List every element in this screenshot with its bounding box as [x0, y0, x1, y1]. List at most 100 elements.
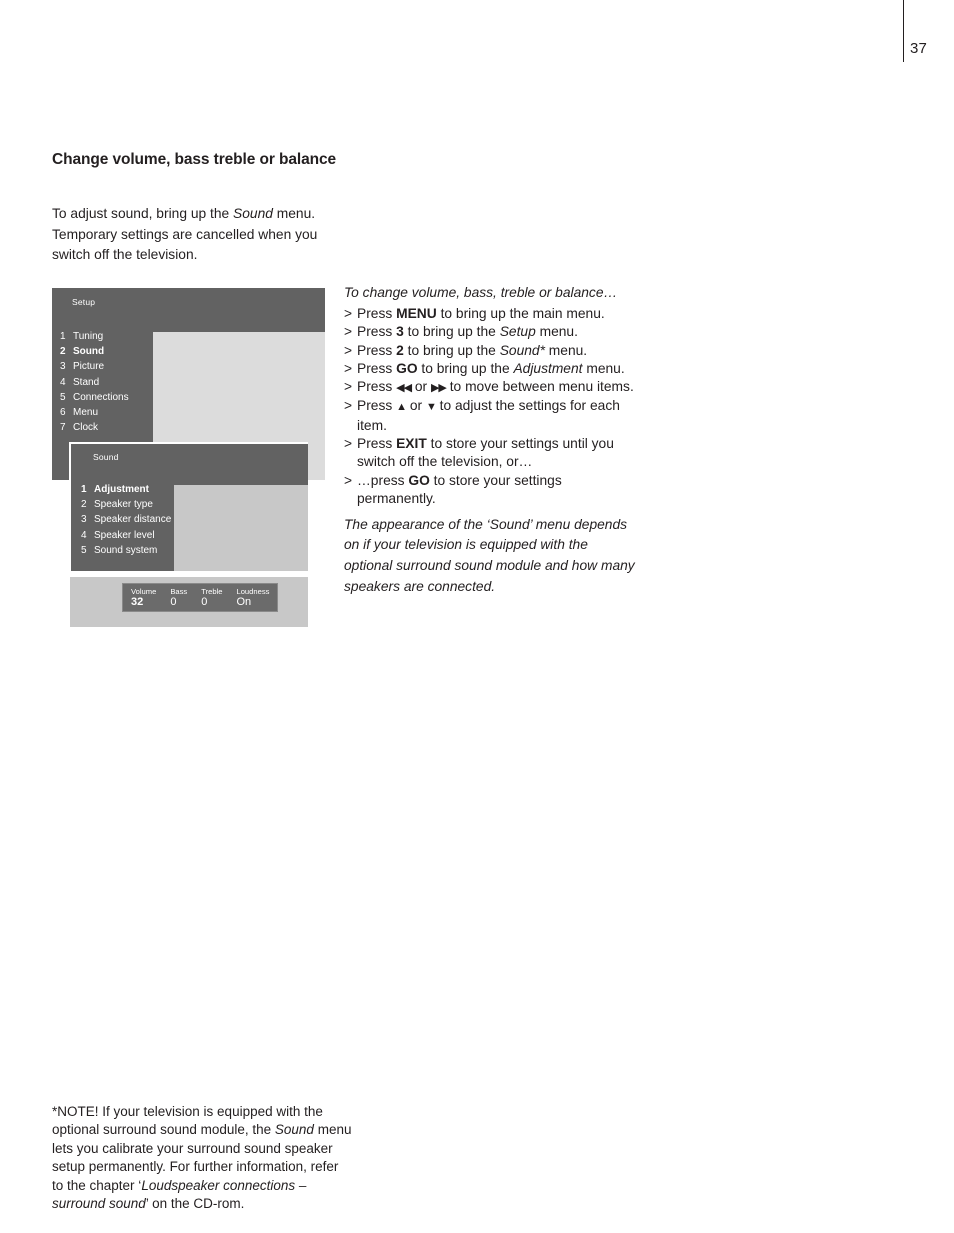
- instruction-key: 2: [396, 342, 404, 358]
- status-label: Loudness: [236, 587, 270, 596]
- bullet-marker: >: [344, 472, 353, 488]
- menu-item-label: Clock: [73, 422, 99, 434]
- footnote: *NOTE! If your television is equipped wi…: [52, 1103, 352, 1214]
- menu-item-label: Speaker distance: [94, 514, 172, 526]
- instruction-line: > Press EXIT to store your settings until…: [344, 435, 634, 472]
- menu-item-number: 3: [81, 514, 87, 526]
- rewind-icon: ◀◀: [396, 382, 412, 395]
- instruction-post: to bring up the: [403, 342, 500, 358]
- bullet-marker: >: [344, 306, 353, 321]
- instruction-key: 3: [396, 324, 404, 340]
- sound-menu-list: 1 Adjustment 2 Speaker type 3 Speaker distanc…: [81, 482, 176, 558]
- bullet-marker: >: [344, 324, 353, 340]
- intro-text-1: To adjust sound, bring up the: [52, 205, 234, 221]
- instruction-pre: …press: [357, 472, 409, 488]
- bullet-marker: >: [344, 342, 353, 358]
- setup-menu-item-tuning[interactable]: 1 Tuning: [60, 329, 155, 344]
- setup-menu-item-stand[interactable]: 4 Stand: [60, 375, 155, 390]
- instruction-pre: Press: [357, 324, 397, 340]
- menu-item-number: 1: [60, 331, 66, 342]
- menu-item-label: Stand: [73, 376, 100, 388]
- status-label: Treble: [201, 587, 223, 596]
- footnote-text-3: ’ on the CD-rom.: [145, 1196, 245, 1211]
- sound-menu-title: Sound: [93, 452, 119, 462]
- setup-menu-item-connections[interactable]: 5 Connections: [60, 390, 155, 405]
- menu-item-number: 1: [81, 484, 87, 495]
- instruction-text: Press ▲ or ▼ to adjust the settings for …: [357, 397, 634, 435]
- instruction-tail: menu.: [582, 360, 625, 376]
- instruction-key: GO: [408, 472, 430, 488]
- setup-menu-item-picture[interactable]: 3 Picture: [60, 359, 155, 374]
- sound-menu-item-adjustment[interactable]: 1 Adjustment: [81, 482, 176, 497]
- menu-item-number: 6: [60, 407, 66, 419]
- instruction-text: …press GO to store your settings permane…: [357, 472, 634, 509]
- setup-menu-item-menu[interactable]: 6 Menu: [60, 405, 155, 420]
- status-value: On: [236, 596, 252, 608]
- instruction-italic: Adjustment: [513, 360, 583, 376]
- instruction-line: > Press ▲ or ▼ to adjust the settings for…: [344, 397, 634, 435]
- instruction-italic: Sound*: [499, 342, 545, 358]
- instruction-text: Press ◀◀ or ▶▶ to move between menu item…: [357, 378, 634, 397]
- instruction-key: GO: [396, 360, 418, 376]
- menu-item-label: Tuning: [73, 331, 104, 342]
- setup-menu-list: 1 Tuning 2 Sound 3 Picture 4 Stand 5 Connections 6…: [60, 329, 155, 435]
- menu-item-number: 3: [60, 361, 66, 373]
- instruction-post: to bring up the: [403, 324, 500, 340]
- sound-menu-item-speaker-distance[interactable]: 3 Speaker distance: [81, 512, 176, 527]
- rewind-icon: ▲: [396, 401, 407, 414]
- page-number: 37: [910, 40, 928, 57]
- menu-item-label: Sound: [73, 346, 105, 358]
- bullet-marker: >: [344, 379, 353, 395]
- forward-icon: ▼: [425, 401, 437, 414]
- instruction-text: Press 3 to bring up the Setup menu.: [357, 323, 634, 341]
- page-title: Change volume, bass treble or balance: [52, 151, 337, 169]
- menu-item-label: Speaker level: [94, 529, 155, 541]
- sound-menu-item-speaker-type[interactable]: 2 Speaker type: [81, 497, 176, 512]
- instruction-key: MENU: [396, 306, 437, 321]
- instruction-text: Press 2 to bring up the Sound* menu.: [357, 342, 634, 360]
- forward-icon: ▶▶: [430, 382, 447, 395]
- menu-item-label: Menu: [73, 407, 99, 419]
- page-number-rule: [903, 0, 904, 62]
- status-column-bass: Bass 0: [170, 587, 187, 609]
- sound-menu-panel: Sound 1 Adjustment 2 Speaker type 3 Speaker d…: [69, 442, 308, 571]
- status-column-treble: Treble 0: [201, 587, 222, 609]
- menu-item-label: Picture: [73, 361, 105, 373]
- status-value: 0: [201, 596, 208, 608]
- instructions-title: To change volume, bass, treble or balanc…: [344, 285, 618, 300]
- bullet-marker: >: [344, 436, 353, 452]
- status-column-volume: Volume 32: [131, 587, 156, 609]
- instructions-list: > Press MENU to bring up the main menu. > P…: [344, 305, 634, 508]
- instruction-pre: Press: [357, 398, 397, 414]
- sound-menu-content-area: [174, 485, 308, 571]
- setup-menu-item-clock[interactable]: 7 Clock: [60, 420, 155, 435]
- menu-item-number: 4: [81, 529, 87, 541]
- instruction-post: to move between menu items.: [445, 379, 634, 395]
- menu-item-label: Connections: [73, 391, 129, 403]
- sound-menu-item-speaker-level[interactable]: 4 Speaker level: [81, 528, 176, 543]
- menu-item-label: Speaker type: [94, 499, 153, 511]
- sound-menu-item-sound-system[interactable]: 5 Sound system: [81, 543, 176, 558]
- intro-italic-sound: Sound: [233, 205, 273, 221]
- instruction-pre: Press: [357, 342, 397, 358]
- instruction-pre: Press: [357, 306, 397, 321]
- instruction-pre: Press: [357, 360, 397, 376]
- setup-menu-item-sound[interactable]: 2 Sound: [60, 344, 155, 359]
- instruction-tail: menu.: [535, 324, 578, 340]
- menu-item-number: 2: [81, 499, 87, 511]
- menu-item-number: 5: [81, 544, 87, 556]
- sound-status-box: Volume 32 Bass 0 Treble 0 Loudness On: [122, 583, 279, 612]
- setup-menu-title: Setup: [72, 297, 96, 307]
- instruction-text: Press EXIT to store your settings until …: [357, 435, 634, 472]
- bullet-marker: >: [344, 360, 353, 376]
- instruction-line: > Press GO to bring up the Adjustment men…: [344, 360, 634, 378]
- menu-item-label: Adjustment: [94, 484, 149, 495]
- instruction-line: > …press GO to store your settings perman…: [344, 472, 634, 509]
- menu-item-number: 7: [60, 422, 66, 434]
- status-value: 32: [131, 596, 144, 608]
- intro-paragraph: To adjust sound, bring up the Sound menu…: [52, 204, 342, 266]
- instruction-tail: menu.: [544, 342, 588, 358]
- status-label: Volume: [131, 587, 157, 596]
- menu-item-number: 5: [60, 391, 66, 403]
- menu-item-number: 2: [60, 346, 66, 358]
